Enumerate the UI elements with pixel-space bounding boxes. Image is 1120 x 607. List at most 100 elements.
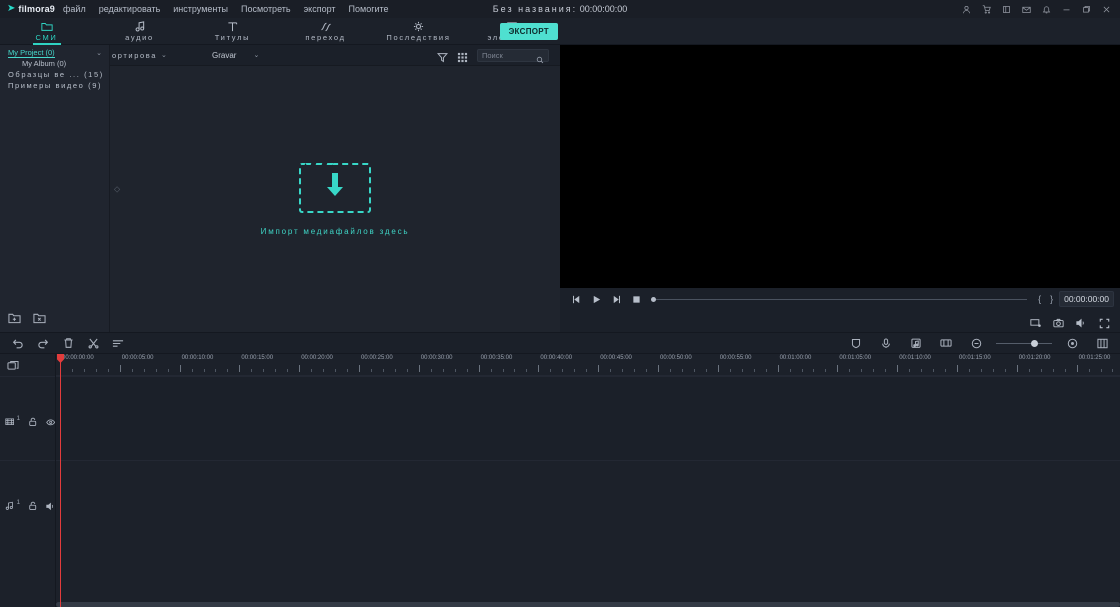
ruler-minor-tick	[1028, 369, 1030, 372]
menu-tools[interactable]: инструменты	[173, 4, 228, 14]
player-timecode[interactable]: 00:00:00:00	[1059, 291, 1114, 307]
marker-icon[interactable]	[0, 354, 55, 376]
ruler-major-tick	[957, 365, 958, 372]
video-track-icon	[5, 414, 15, 426]
ruler-minor-tick	[275, 369, 277, 372]
grid-view-icon[interactable]	[457, 50, 468, 62]
scrubber-handle[interactable]	[651, 296, 656, 302]
crop-box-icon[interactable]	[936, 335, 956, 351]
record-dropdown[interactable]: Gravar ⌄	[212, 51, 259, 60]
ruler-minor-tick	[909, 369, 911, 372]
ruler-major-tick	[717, 365, 719, 372]
mark-out-button[interactable]: }	[1050, 294, 1053, 304]
music-note-icon[interactable]	[906, 335, 926, 351]
zoom-slider-handle[interactable]	[1031, 339, 1039, 347]
mark-in-out-controls: { }	[1038, 294, 1053, 304]
app-logo: ➤ filmora9	[0, 4, 58, 15]
folder-plus-icon[interactable]	[8, 311, 21, 324]
notification-icon[interactable]	[1042, 5, 1051, 14]
ruler-minor-tick	[980, 369, 982, 372]
ruler-major-tick	[119, 365, 121, 372]
tab-titles[interactable]: Титулы	[186, 18, 279, 45]
play-icon[interactable]	[586, 290, 606, 308]
menu-edit[interactable]: редактировать	[99, 4, 161, 14]
lock-open-icon[interactable]	[28, 498, 37, 510]
scrollbar-thumb[interactable]	[56, 602, 1120, 607]
speaker-icon[interactable]	[1076, 316, 1087, 328]
shield-icon[interactable]	[846, 335, 866, 351]
ruler-minor-tick	[251, 369, 253, 372]
mail-icon[interactable]	[1022, 5, 1031, 14]
redo-icon[interactable]	[33, 335, 53, 351]
video-track-lane[interactable]	[56, 376, 1120, 460]
chevron-down-icon[interactable]: ⌄	[96, 49, 102, 57]
folder-icon	[40, 21, 53, 32]
maximize-button[interactable]	[1082, 5, 1091, 14]
sort-dropdown[interactable]: ортирова ⌄	[112, 51, 190, 60]
cart-icon[interactable]	[982, 4, 991, 14]
close-button[interactable]	[1102, 5, 1111, 14]
tab-audio[interactable]: аудио	[93, 18, 186, 45]
undo-icon[interactable]	[8, 335, 28, 351]
timeline-horizontal-scrollbar[interactable]	[56, 602, 1120, 607]
ruler-minor-tick	[263, 369, 265, 372]
timeline-zoom-slider[interactable]	[996, 338, 1052, 348]
search-box[interactable]	[477, 48, 549, 64]
step-forward-icon[interactable]	[606, 290, 626, 308]
tree-item-my-project[interactable]: My Project (0) ⌄	[0, 47, 109, 58]
video-track-header[interactable]: 1	[0, 376, 55, 460]
ruler-tick-label: 00:00:50:00	[660, 355, 692, 361]
microphone-icon[interactable]	[876, 335, 896, 351]
mark-in-button[interactable]: {	[1038, 294, 1041, 304]
playhead[interactable]	[60, 354, 61, 607]
library-tree-panel: My Project (0) ⌄ My Album (0) Образцы ве…	[0, 45, 110, 332]
audio-track-lane[interactable]	[56, 460, 1120, 544]
search-input[interactable]	[482, 50, 536, 60]
tree-item-sample-video[interactable]: Примеры видео (9)	[0, 80, 109, 91]
search-icon[interactable]	[536, 51, 544, 64]
camera-icon[interactable]	[1053, 316, 1064, 328]
zoom-out-icon[interactable]	[966, 335, 986, 351]
crop-lines-icon[interactable]	[108, 335, 128, 351]
export-button[interactable]: ЭКСПОРТ	[499, 23, 558, 40]
account-icon[interactable]	[962, 5, 971, 14]
tree-item-sample-media[interactable]: Образцы ве ... (15)	[0, 69, 109, 80]
stop-icon[interactable]	[626, 290, 646, 308]
timeline-ruler[interactable]: 00:00:00:00 00:00:05:00 00:00:10:00 00:00:1…	[56, 354, 1120, 376]
fit-grid-icon[interactable]	[1092, 335, 1112, 351]
filter-icon[interactable]	[436, 50, 449, 62]
store-icon[interactable]	[1002, 5, 1011, 14]
playback-scrubber[interactable]	[651, 292, 1028, 306]
tab-transition[interactable]: переход	[279, 18, 372, 45]
ruler-major-tick	[538, 365, 540, 372]
ruler-major-tick	[1076, 365, 1078, 372]
scissors-icon[interactable]	[83, 335, 103, 351]
timeline-body[interactable]: 00:00:00:00 00:00:05:00 00:00:10:00 00:00:1…	[56, 354, 1120, 607]
media-toolbar-right	[436, 48, 560, 64]
audio-track-icon	[5, 498, 14, 510]
step-backward-icon[interactable]	[566, 290, 586, 308]
menu-file[interactable]: файл	[63, 4, 86, 14]
media-drop-area[interactable]: Импорт медиафайлов здесь	[110, 66, 560, 332]
eye-icon[interactable]	[45, 414, 55, 426]
speaker-icon[interactable]	[45, 498, 55, 510]
menu-bar: файл редактировать инструменты Посмотрет…	[58, 4, 389, 14]
screen-record-icon[interactable]	[1030, 316, 1041, 328]
menu-export[interactable]: экспорт	[304, 4, 336, 14]
folder-remove-icon[interactable]	[33, 311, 46, 324]
fullscreen-icon[interactable]	[1099, 316, 1110, 328]
audio-track-header[interactable]: 1	[0, 460, 55, 544]
ruler-minor-tick	[646, 369, 648, 372]
zoom-in-icon[interactable]	[1062, 335, 1082, 351]
panel-resize-handle[interactable]: ◇	[114, 184, 120, 193]
minimize-button[interactable]	[1062, 5, 1071, 14]
video-preview-screen[interactable]	[560, 45, 1120, 288]
ruler-minor-tick	[885, 369, 887, 372]
tab-media[interactable]: СМИ	[0, 18, 93, 45]
trash-icon[interactable]	[58, 335, 78, 351]
menu-help[interactable]: Помогите	[349, 4, 389, 14]
menu-view[interactable]: Посмотреть	[241, 4, 291, 14]
tab-effects[interactable]: Последствия	[372, 18, 465, 45]
tree-item-my-album[interactable]: My Album (0)	[0, 58, 109, 69]
lock-open-icon[interactable]	[28, 414, 37, 426]
